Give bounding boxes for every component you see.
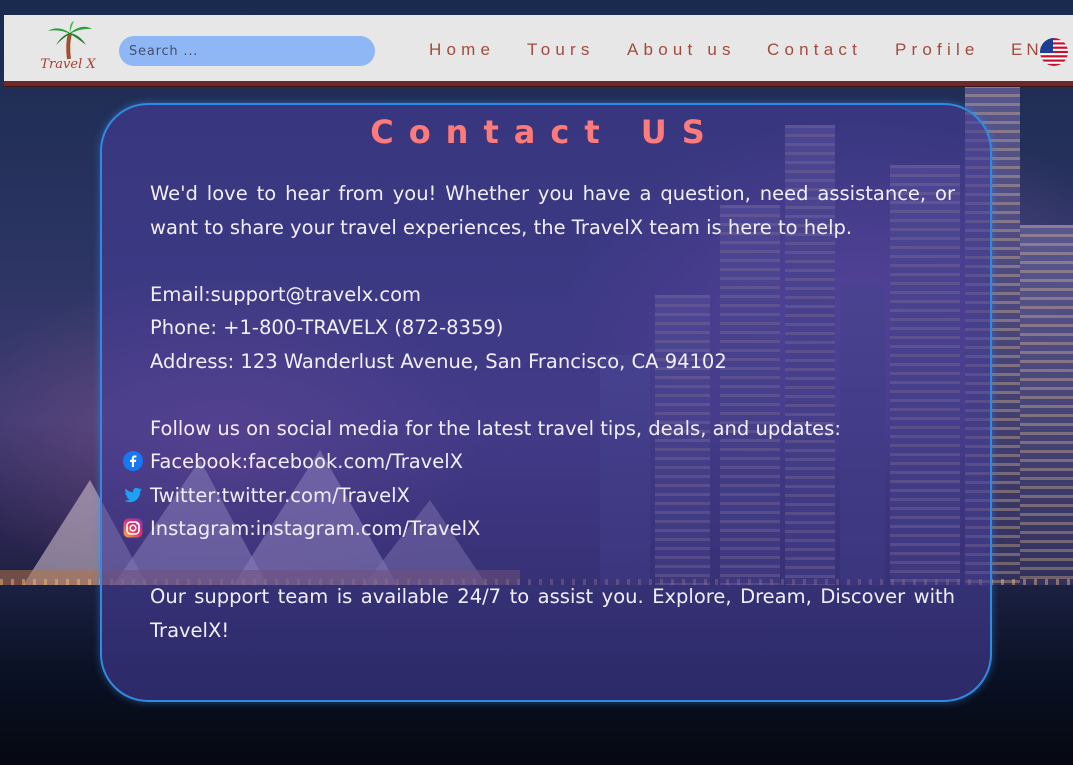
contact-email[interactable]: Email:support@travelx.com (150, 278, 955, 312)
travelx-logo[interactable]: Travel X (36, 21, 100, 77)
palm-tree-icon (48, 21, 92, 60)
twitter-icon (124, 487, 142, 503)
us-flag-icon[interactable] (1040, 38, 1068, 66)
facebook-icon (123, 451, 143, 471)
social-instagram-link[interactable]: Instagram:instagram.com/TravelX (150, 512, 955, 546)
top-navbar: Travel X Home Tours About us Contact Pro… (4, 15, 1073, 86)
logo-text: Travel X (40, 57, 96, 72)
social-twitter-link[interactable]: Twitter:twitter.com/TravelX (150, 479, 955, 513)
contact-phone[interactable]: Phone: +1-800-TRAVELX (872-8359) (150, 311, 955, 345)
social-facebook-link[interactable]: Facebook:facebook.com/TravelX (150, 445, 955, 479)
nav-tours-link[interactable]: Tours (527, 40, 595, 60)
building (1020, 225, 1073, 585)
nav-home-link[interactable]: Home (429, 40, 495, 60)
nav-profile-link[interactable]: Profile (895, 40, 980, 60)
contact-address: Address: 123 Wanderlust Avenue, San Fran… (150, 350, 727, 373)
contact-closing: Our support team is available 24/7 to as… (150, 585, 955, 642)
page-title: Contact US (370, 113, 720, 151)
search-input[interactable] (119, 36, 375, 66)
social-intro: Follow us on social media for the latest… (150, 417, 841, 440)
instagram-icon (123, 518, 143, 538)
nav-contact-link[interactable]: Contact (767, 40, 862, 60)
language-selector[interactable]: EN (1011, 40, 1043, 60)
nav-about-link[interactable]: About us (627, 40, 736, 60)
contact-intro: We'd love to hear from you! Whether you … (150, 182, 955, 239)
